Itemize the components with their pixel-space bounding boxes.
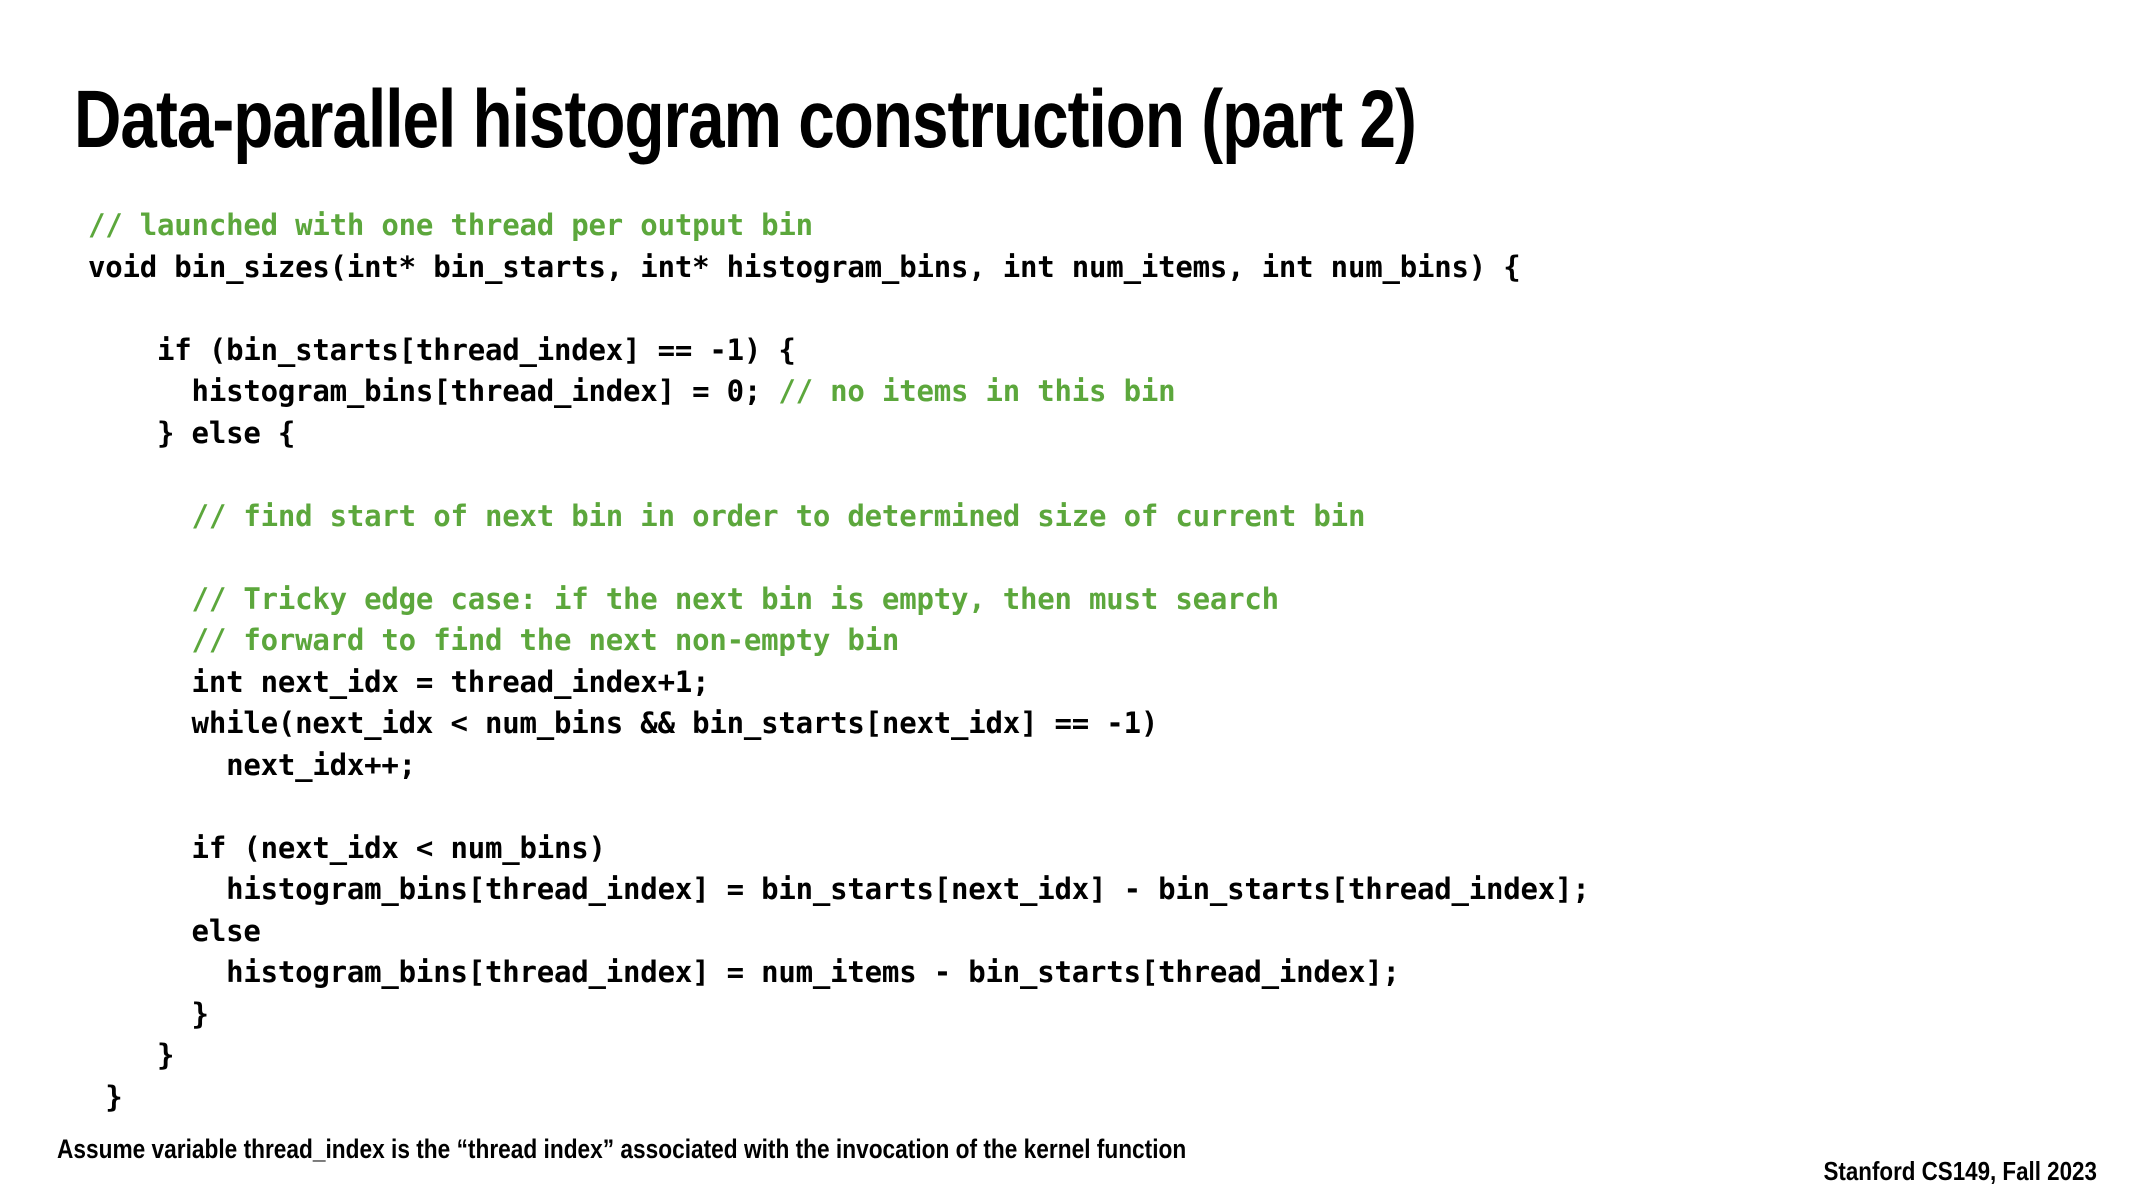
code-text: while(next_idx < num_bins && bin_starts[… <box>88 706 1159 740</box>
code-text: } <box>88 1079 123 1114</box>
code-text: void bin_sizes(int* bin_starts, int* his… <box>88 249 1521 284</box>
code-line: void bin_sizes(int* bin_starts, int* his… <box>88 247 2068 289</box>
code-line: if (next_idx < num_bins) <box>88 828 2068 870</box>
code-text: } <box>88 996 209 1031</box>
code-line: histogram_bins[thread_index] = bin_start… <box>88 869 2068 911</box>
code-text: if (bin_starts[thread_index] == -1) { <box>88 332 796 367</box>
code-comment: // Tricky edge case: if the next bin is … <box>88 581 1280 616</box>
code-trailing-comment: // no items in this bin <box>778 374 1176 408</box>
code-line: histogram_bins[thread_index] = num_items… <box>88 952 2068 994</box>
code-line: // find start of next bin in order to de… <box>88 496 2068 538</box>
code-comment: // find start of next bin in order to de… <box>88 498 1366 533</box>
code-text: histogram_bins[thread_index] = bin_start… <box>88 872 1590 906</box>
code-line: while(next_idx < num_bins && bin_starts[… <box>88 703 2068 745</box>
code-text: histogram_bins[thread_index] = 0; <box>88 374 762 408</box>
code-text: if (next_idx < num_bins) <box>88 830 606 865</box>
code-line: else <box>88 911 2068 953</box>
code-line: } <box>88 1035 2068 1077</box>
code-line: int next_idx = thread_index+1; <box>88 662 2068 704</box>
code-comment: // launched with one thread per output b… <box>88 208 813 242</box>
code-text: else <box>88 913 261 948</box>
code-line: if (bin_starts[thread_index] == -1) { <box>88 330 2068 372</box>
code-line: // launched with one thread per output b… <box>88 205 2068 247</box>
code-line: } else { <box>88 413 2068 455</box>
code-text: next_idx++; <box>88 747 416 782</box>
code-comment: // forward to find the next non-empty bi… <box>88 623 900 657</box>
code-text: } <box>88 1038 175 1072</box>
slide-canvas: Data-parallel histogram construction (pa… <box>0 0 2133 1200</box>
code-text: } else { <box>88 415 296 450</box>
code-line: } <box>88 1077 2068 1119</box>
page-title: Data-parallel histogram construction (pa… <box>74 73 1417 165</box>
code-line: } <box>88 994 2068 1036</box>
code-line: histogram_bins[thread_index] = 0; // no … <box>88 371 2068 413</box>
code-line: // forward to find the next non-empty bi… <box>88 620 2068 662</box>
course-attribution: Stanford CS149, Fall 2023 <box>1823 1156 2097 1186</box>
code-text: int next_idx = thread_index+1; <box>88 664 710 699</box>
code-gap <box>761 374 778 408</box>
code-line: // Tricky edge case: if the next bin is … <box>88 579 2068 621</box>
footer-note: Assume variable thread_index is the “thr… <box>57 1134 1187 1164</box>
code-listing: // launched with one thread per output b… <box>88 205 2068 1118</box>
code-text: histogram_bins[thread_index] = num_items… <box>88 955 1400 989</box>
code-line: next_idx++; <box>88 745 2068 787</box>
